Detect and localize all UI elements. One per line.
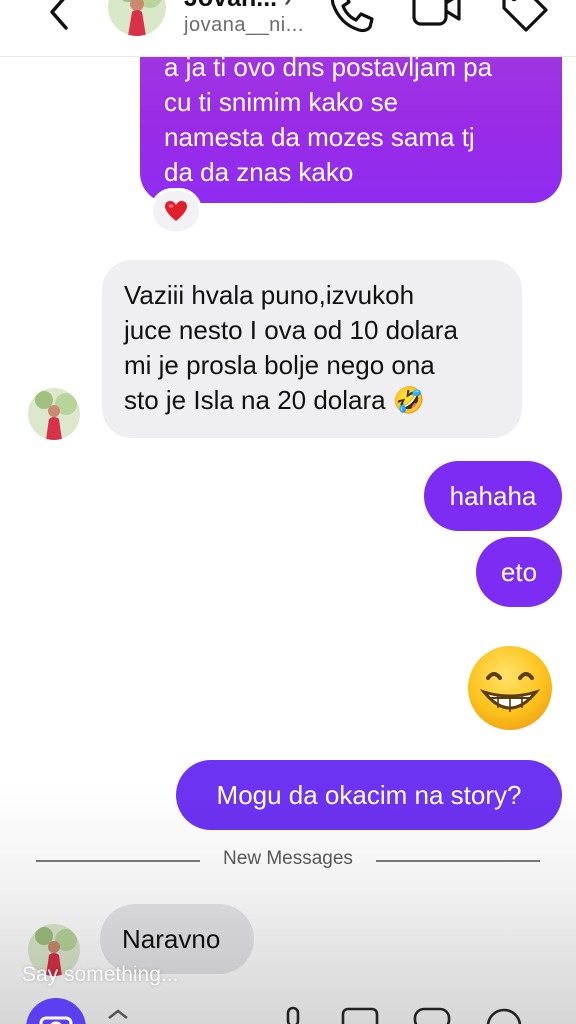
- message-text: Vaziii hvala puno,izvukoh juce nesto I o…: [124, 280, 458, 415]
- camera-icon: [39, 1016, 73, 1024]
- outgoing-message[interactable]: eto: [476, 537, 562, 607]
- chevron-right-icon: ›: [284, 0, 291, 11]
- message-text: eto: [500, 557, 538, 587]
- divider-line-right: [376, 860, 540, 862]
- add-icon[interactable]: [484, 1006, 524, 1024]
- chat-header: Jovan... › jovana__ni...: [0, 0, 576, 57]
- microphone-icon[interactable]: [282, 1006, 304, 1024]
- message-text: a ja ti ovo dns postavljam pa cu ti snim…: [164, 52, 493, 187]
- heart-emoji-icon: [165, 201, 187, 221]
- camera-button[interactable]: [26, 998, 86, 1024]
- contact-username: jovana__ni...: [184, 14, 304, 36]
- grinning-face-emoji[interactable]: [466, 644, 554, 732]
- contact-avatar-small[interactable]: [28, 388, 80, 440]
- message-text: Mogu da okacim na story?: [216, 780, 522, 810]
- incoming-message[interactable]: Vaziii hvala puno,izvukoh juce nesto I o…: [102, 260, 522, 438]
- outgoing-message[interactable]: Mogu da okacim na story?: [176, 760, 562, 830]
- tag-icon[interactable]: [498, 0, 550, 32]
- back-icon[interactable]: [40, 0, 80, 32]
- message-text: Naravno: [122, 924, 221, 954]
- new-messages-divider: New Messages: [223, 848, 353, 869]
- phone-icon[interactable]: [326, 0, 376, 34]
- message-text: hahaha: [449, 481, 537, 511]
- chevron-icon[interactable]: [106, 1006, 130, 1024]
- reaction-badge[interactable]: [150, 188, 202, 234]
- sticker-icon[interactable]: [412, 1006, 452, 1024]
- reply-input[interactable]: Say something...: [22, 963, 178, 987]
- gallery-icon[interactable]: [340, 1006, 380, 1024]
- chat-screen: Jovan... › jovana__ni... a ja ti ovo dns…: [0, 0, 576, 1024]
- outgoing-message[interactable]: hahaha: [424, 461, 562, 531]
- contact-avatar[interactable]: [108, 0, 166, 36]
- video-icon[interactable]: [410, 0, 462, 30]
- contact-name[interactable]: Jovan... ›: [184, 0, 291, 13]
- divider-line-left: [36, 860, 200, 862]
